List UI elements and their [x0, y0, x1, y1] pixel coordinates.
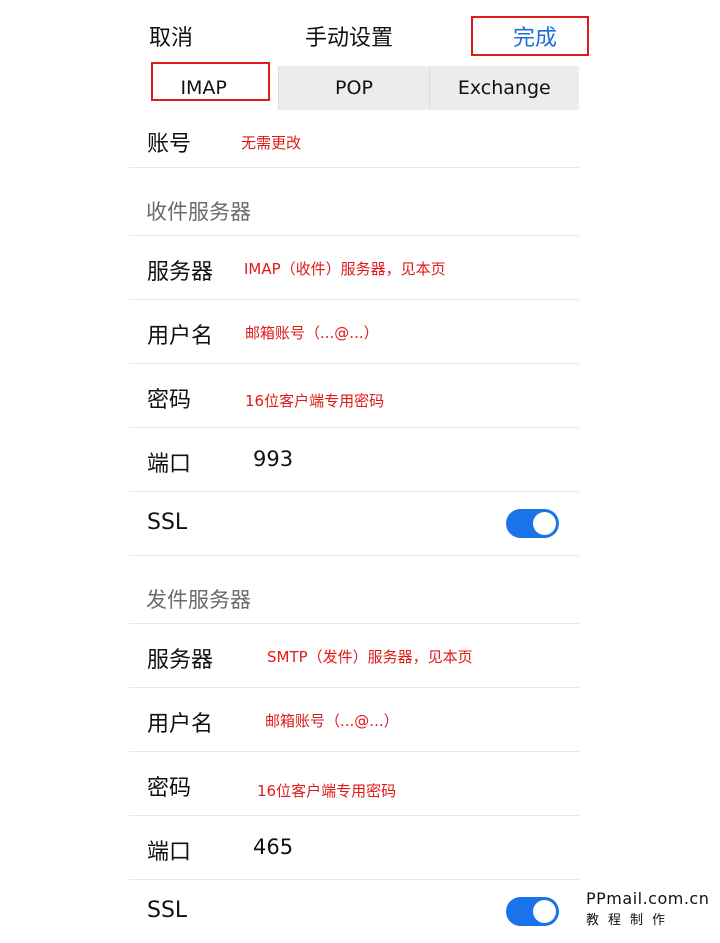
watermark: PPmail.com.cn 教程制作 [586, 889, 714, 928]
outgoing-ssl-row: SSL [129, 880, 579, 943]
toggle-knob [533, 512, 556, 535]
outgoing-server-note: SMTP（发件）服务器，见本页 [267, 648, 473, 666]
toggle-knob [533, 900, 556, 923]
incoming-server-label: 服务器 [147, 260, 214, 285]
incoming-username-label: 用户名 [147, 324, 214, 349]
incoming-ssl-toggle[interactable] [506, 509, 559, 538]
outgoing-ssl-label: SSL [147, 898, 188, 923]
tab-exchange[interactable]: Exchange [429, 66, 579, 110]
account-row[interactable]: 账号 无需更改 [129, 110, 579, 168]
page-title: 手动设置 [305, 26, 394, 51]
incoming-port-label: 端口 [147, 452, 192, 477]
watermark-site: PPmail.com.cn [586, 889, 710, 908]
incoming-password-label: 密码 [147, 388, 192, 413]
incoming-username-row[interactable]: 用户名 邮箱账号（...@...） [129, 300, 579, 364]
outgoing-server-label: 服务器 [147, 648, 214, 673]
account-note: 无需更改 [241, 134, 302, 152]
incoming-port-value[interactable]: 993 [253, 447, 293, 471]
outgoing-password-note: 16位客户端专用密码 [257, 782, 397, 800]
incoming-password-row[interactable]: 密码 16位客户端专用密码 [129, 364, 579, 428]
outgoing-username-label: 用户名 [147, 712, 214, 737]
outgoing-port-label: 端口 [147, 840, 192, 865]
incoming-server-row[interactable]: 服务器 IMAP（收件）服务器，见本页 [129, 236, 579, 300]
page: 取消 手动设置 完成 IMAP POP Exchange 账号 无需更改 收件服… [0, 0, 720, 943]
outgoing-username-note: 邮箱账号（...@...） [265, 712, 399, 730]
outgoing-password-label: 密码 [147, 776, 192, 801]
incoming-username-note: 邮箱账号（...@...） [245, 324, 379, 342]
incoming-server-section: 收件服务器 [129, 168, 579, 236]
outgoing-port-value[interactable]: 465 [253, 835, 293, 859]
tab-imap[interactable]: IMAP [129, 66, 280, 110]
tab-pop[interactable]: POP [279, 66, 430, 110]
protocol-tabs: IMAP POP Exchange [129, 66, 579, 110]
outgoing-password-row[interactable]: 密码 16位客户端专用密码 [129, 752, 579, 816]
incoming-section-title: 收件服务器 [146, 200, 251, 224]
account-label: 账号 [147, 132, 192, 157]
incoming-ssl-row: SSL [129, 492, 579, 556]
outgoing-ssl-toggle[interactable] [506, 897, 559, 926]
outgoing-server-section: 发件服务器 [129, 556, 579, 624]
incoming-ssl-label: SSL [147, 510, 188, 535]
manual-settings-panel: 取消 手动设置 完成 IMAP POP Exchange 账号 无需更改 收件服… [129, 0, 589, 943]
incoming-password-note: 16位客户端专用密码 [245, 392, 385, 410]
done-button[interactable]: 完成 [513, 20, 557, 52]
incoming-server-note: IMAP（收件）服务器，见本页 [244, 260, 446, 278]
incoming-port-row[interactable]: 端口 993 [129, 428, 579, 492]
outgoing-username-row[interactable]: 用户名 邮箱账号（...@...） [129, 688, 579, 752]
outgoing-server-row[interactable]: 服务器 SMTP（发件）服务器，见本页 [129, 624, 579, 688]
cancel-button[interactable]: 取消 [149, 20, 193, 52]
watermark-caption: 教程制作 [586, 913, 675, 928]
outgoing-section-title: 发件服务器 [146, 588, 251, 612]
nav-bar: 取消 手动设置 完成 [129, 0, 579, 66]
outgoing-port-row[interactable]: 端口 465 [129, 816, 579, 880]
